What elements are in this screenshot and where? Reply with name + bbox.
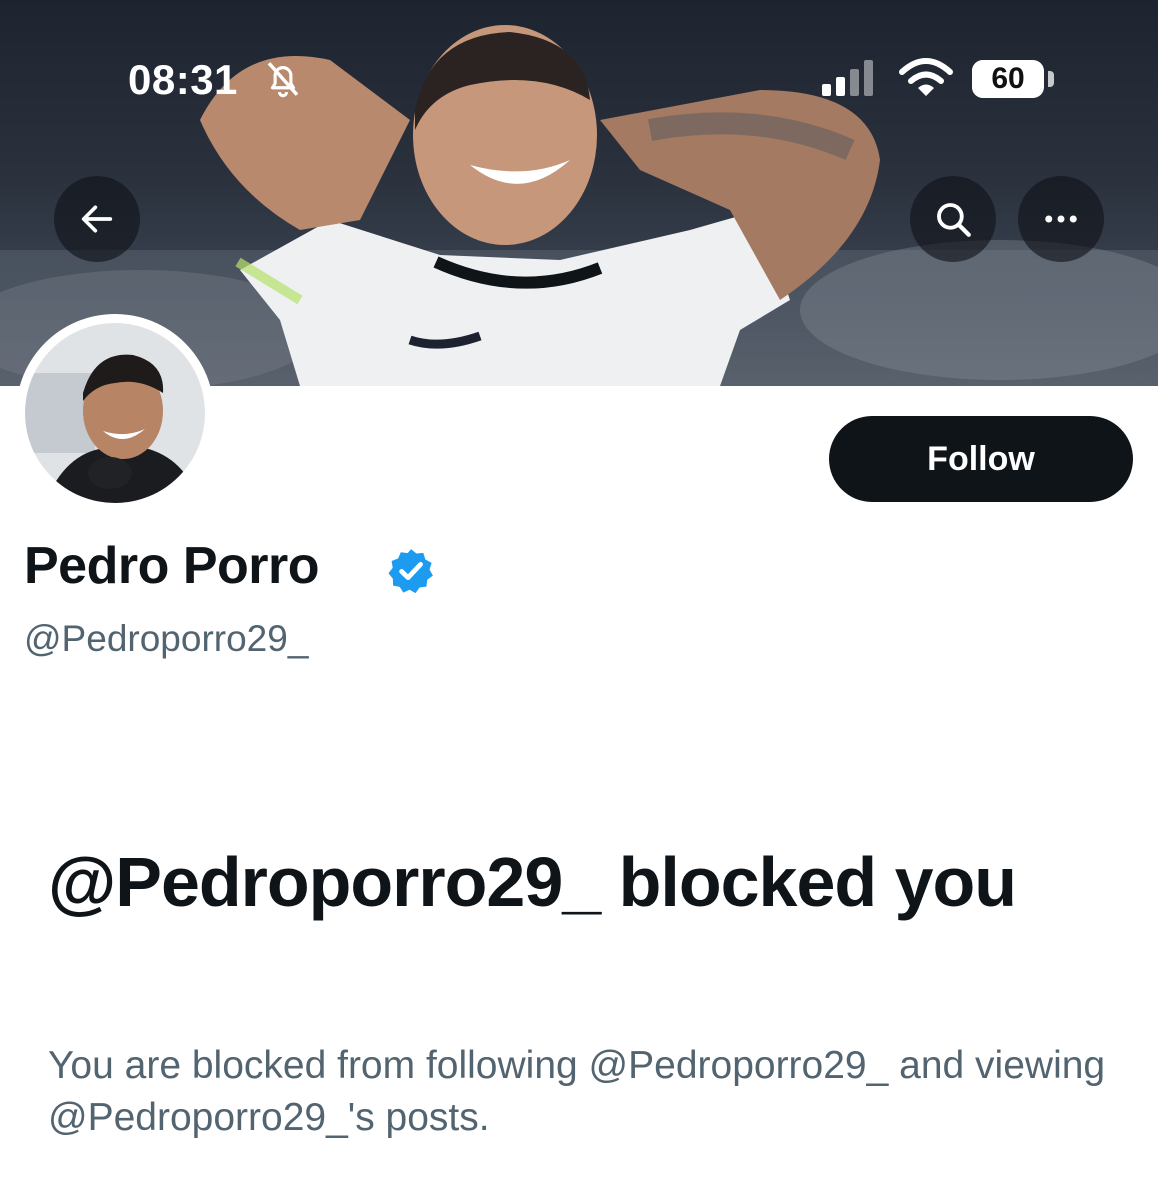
arrow-left-icon — [81, 205, 113, 233]
search-button[interactable] — [910, 176, 996, 262]
profile-banner[interactable]: 08:31 60 — [0, 0, 1158, 386]
blocked-description: You are blocked from following @Pedropor… — [48, 1044, 1106, 1139]
avatar-photo — [25, 323, 205, 503]
display-name: Pedro Porro — [24, 537, 320, 595]
cellular-signal-icon — [822, 60, 873, 96]
profile-handle: @Pedroporro29_ — [24, 618, 309, 659]
search-icon — [937, 203, 971, 237]
status-time: 08:31 — [128, 56, 238, 103]
profile-avatar[interactable] — [16, 314, 214, 512]
blocked-heading: @Pedroporro29_ blocked you — [48, 843, 1017, 921]
more-horizontal-icon — [1045, 215, 1077, 223]
more-button[interactable] — [1018, 176, 1104, 262]
follow-button[interactable]: Follow — [829, 416, 1133, 502]
battery-percent: 60 — [991, 62, 1025, 95]
back-button[interactable] — [54, 176, 140, 262]
wifi-icon — [899, 58, 953, 96]
verified-badge-icon — [388, 549, 433, 594]
battery-cap — [1048, 71, 1054, 87]
battery-icon: 60 — [972, 60, 1044, 98]
bell-slash-icon — [267, 62, 299, 98]
